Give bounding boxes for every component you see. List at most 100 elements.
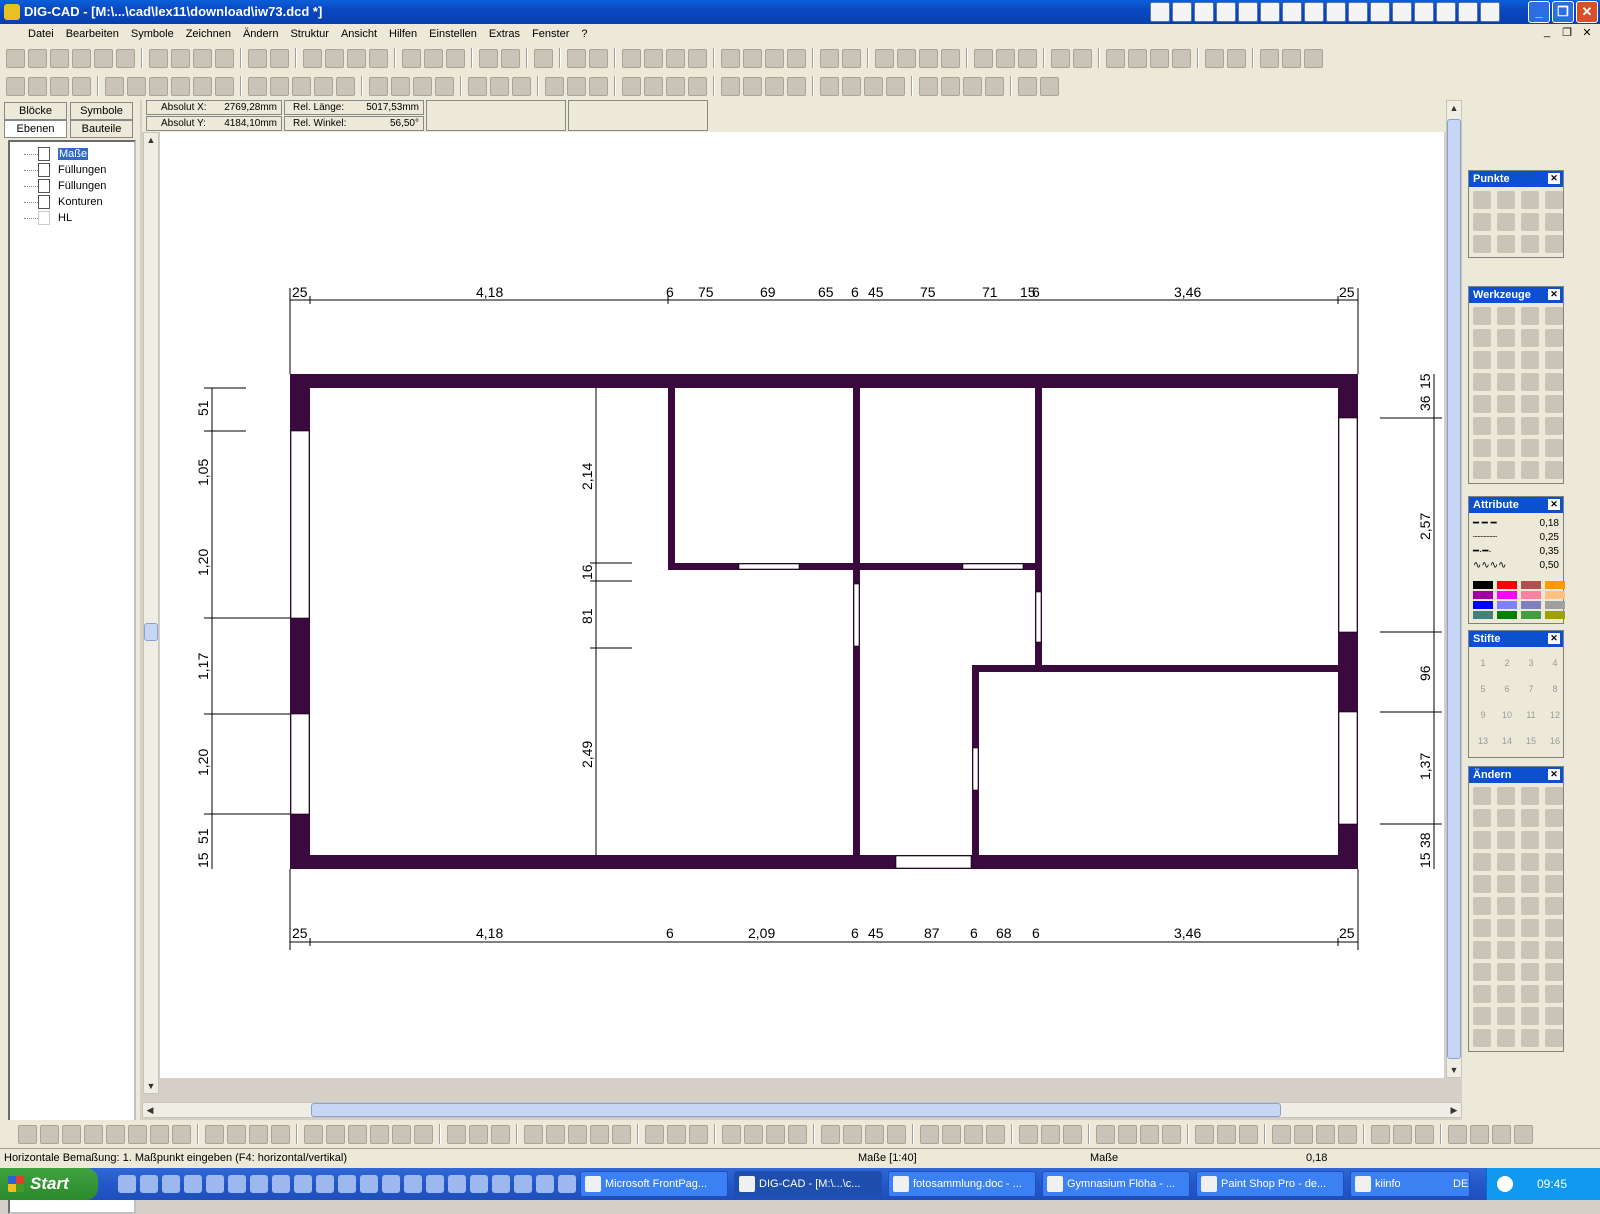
toolbar-tool-icon[interactable]	[1217, 1124, 1236, 1144]
drawing-canvas[interactable]: 25 4,18 6 75 69 65 6 45 75 71 15 6 3,46 …	[160, 132, 1444, 1078]
quick-launch-icon[interactable]	[426, 1175, 444, 1193]
toolbar-tool-icon[interactable]	[116, 48, 135, 68]
palette-tool-icon[interactable]	[1521, 191, 1539, 209]
palette-tool-icon[interactable]	[1497, 919, 1515, 937]
close-icon[interactable]: ✕	[1548, 173, 1560, 184]
toolbar-tool-icon[interactable]	[72, 48, 91, 68]
quick-launch-icon[interactable]	[448, 1175, 466, 1193]
mdi-minimize-button[interactable]: _	[1540, 26, 1554, 39]
palette-tool-icon[interactable]	[1473, 395, 1491, 413]
pen-button[interactable]: 16	[1545, 731, 1565, 751]
toolbar-tool-icon[interactable]	[590, 1124, 609, 1144]
palette-tool-icon[interactable]	[1545, 941, 1563, 959]
close-icon[interactable]: ✕	[1548, 769, 1560, 780]
palette-tool-icon[interactable]	[1473, 897, 1491, 915]
toolbar-tool-icon[interactable]	[1118, 1124, 1137, 1144]
scroll-down-icon[interactable]: ▼	[144, 1079, 158, 1093]
palette-tool-icon[interactable]	[1473, 941, 1491, 959]
palette-tool-icon[interactable]	[1473, 787, 1491, 805]
toolbar-tool-icon[interactable]	[865, 1124, 884, 1144]
quick-launch-icon[interactable]	[140, 1175, 158, 1193]
pen-button[interactable]: 13	[1473, 731, 1493, 751]
toolbar-tool-icon[interactable]	[501, 48, 520, 68]
layer-item[interactable]: HL	[12, 210, 132, 226]
toolbar-tool-icon[interactable]	[446, 48, 465, 68]
palette-tool-icon[interactable]	[1521, 417, 1539, 435]
palette-tool-icon[interactable]	[1545, 787, 1563, 805]
pen-button[interactable]: 6	[1497, 679, 1517, 699]
quick-icon[interactable]	[1414, 2, 1434, 22]
palette-tool-icon[interactable]	[1473, 875, 1491, 893]
palette-tool-icon[interactable]	[1545, 831, 1563, 849]
quick-icon[interactable]	[1282, 2, 1302, 22]
palette-tool-icon[interactable]	[1545, 235, 1563, 253]
palette-tool-icon[interactable]	[1545, 809, 1563, 827]
quick-icon[interactable]	[1458, 2, 1478, 22]
toolbar-tool-icon[interactable]	[370, 1124, 389, 1144]
scroll-left-icon[interactable]: ◀	[143, 1103, 157, 1117]
layer-item[interactable]: Konturen	[12, 194, 132, 210]
palette-tool-icon[interactable]	[1473, 985, 1491, 1003]
toolbar-tool-icon[interactable]	[886, 76, 905, 96]
palette-tool-icon[interactable]	[1473, 351, 1491, 369]
toolbar-tool-icon[interactable]	[1304, 48, 1323, 68]
toolbar-tool-icon[interactable]	[215, 48, 234, 68]
scroll-up-icon[interactable]: ▲	[144, 133, 158, 147]
palette-tool-icon[interactable]	[1497, 329, 1515, 347]
toolbar-tool-icon[interactable]	[897, 48, 916, 68]
quick-launch-icon[interactable]	[536, 1175, 554, 1193]
toolbar-tool-icon[interactable]	[106, 1124, 125, 1144]
menu-fenster[interactable]: Fenster	[526, 28, 575, 40]
pen-button[interactable]: 4	[1545, 653, 1565, 673]
toolbar-tool-icon[interactable]	[1018, 76, 1037, 96]
toolbar-tool-icon[interactable]	[336, 76, 355, 96]
palette-tool-icon[interactable]	[1521, 897, 1539, 915]
palette-tool-icon[interactable]	[1497, 897, 1515, 915]
color-swatch[interactable]	[1545, 601, 1565, 609]
palette-tool-icon[interactable]	[1497, 191, 1515, 209]
toolbar-tool-icon[interactable]	[820, 48, 839, 68]
palette-tool-icon[interactable]	[1497, 373, 1515, 391]
pen-button[interactable]: 5	[1473, 679, 1493, 699]
layer-item[interactable]: Maße	[12, 146, 132, 162]
toolbar-tool-icon[interactable]	[424, 48, 443, 68]
close-button[interactable]: ✕	[1576, 1, 1598, 23]
menu-extras[interactable]: Extras	[483, 28, 526, 40]
toolbar-tool-icon[interactable]	[94, 48, 113, 68]
toolbar-tool-icon[interactable]	[985, 76, 1004, 96]
palette-tool-icon[interactable]	[1545, 897, 1563, 915]
toolbar-tool-icon[interactable]	[347, 48, 366, 68]
start-button[interactable]: Start	[0, 1168, 98, 1200]
toolbar-tool-icon[interactable]	[788, 1124, 807, 1144]
scroll-thumb[interactable]	[311, 1103, 1281, 1117]
quick-launch-icon[interactable]	[294, 1175, 312, 1193]
toolbar-tool-icon[interactable]	[127, 76, 146, 96]
quick-icon[interactable]	[1172, 2, 1192, 22]
toolbar-tool-icon[interactable]	[348, 1124, 367, 1144]
toolbar-tool-icon[interactable]	[666, 48, 685, 68]
menu-aendern[interactable]: Ändern	[237, 28, 284, 40]
quick-launch-icon[interactable]	[558, 1175, 576, 1193]
toolbar-tool-icon[interactable]	[391, 76, 410, 96]
tab-bloecke[interactable]: Blöcke	[4, 102, 67, 120]
palette-tool-icon[interactable]	[1545, 373, 1563, 391]
close-icon[interactable]: ✕	[1548, 633, 1560, 644]
toolbar-tool-icon[interactable]	[1492, 1124, 1511, 1144]
palette-tool-icon[interactable]	[1497, 875, 1515, 893]
color-swatch[interactable]	[1473, 591, 1493, 599]
toolbar-tool-icon[interactable]	[1018, 48, 1037, 68]
palette-tool-icon[interactable]	[1497, 1029, 1515, 1047]
quick-launch-icon[interactable]	[206, 1175, 224, 1193]
toolbar-tool-icon[interactable]	[62, 1124, 81, 1144]
quick-icon[interactable]	[1260, 2, 1280, 22]
toolbar-tool-icon[interactable]	[567, 76, 586, 96]
toolbar-tool-icon[interactable]	[545, 76, 564, 96]
palette-tool-icon[interactable]	[1545, 1007, 1563, 1025]
palette-tool-icon[interactable]	[1497, 213, 1515, 231]
task-button[interactable]: DIG-CAD - [M:\...\c...	[734, 1171, 882, 1197]
quick-launch-icon[interactable]	[404, 1175, 422, 1193]
quick-icon[interactable]	[1326, 2, 1346, 22]
toolbar-tool-icon[interactable]	[479, 48, 498, 68]
palette-tool-icon[interactable]	[1545, 461, 1563, 479]
toolbar-tool-icon[interactable]	[744, 1124, 763, 1144]
